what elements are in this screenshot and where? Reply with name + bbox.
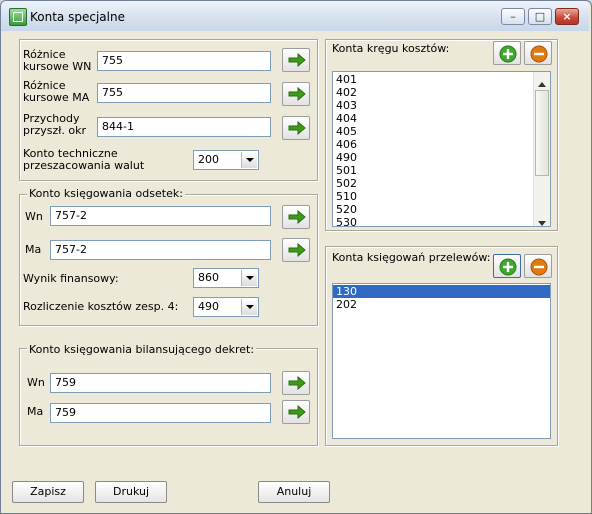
list-item[interactable]: 406 bbox=[333, 138, 533, 151]
list-item[interactable]: 405 bbox=[333, 125, 533, 138]
balance-wn-field[interactable]: 759 bbox=[50, 373, 271, 393]
balance-group-title: Konto księgowania bilansującego dekret: bbox=[27, 343, 257, 356]
fx-wn-field[interactable]: 755 bbox=[97, 51, 271, 71]
fx-wn-select-button[interactable] bbox=[282, 48, 310, 72]
list-item[interactable]: 530 bbox=[333, 216, 533, 226]
minimize-icon: – bbox=[510, 10, 516, 23]
list-item[interactable]: 401 bbox=[333, 73, 533, 86]
balance-group bbox=[19, 348, 318, 446]
list-item[interactable]: 502 bbox=[333, 177, 533, 190]
list-item[interactable]: 403 bbox=[333, 99, 533, 112]
balance-ma-select-button[interactable] bbox=[282, 400, 310, 424]
list-item[interactable]: 520 bbox=[333, 203, 533, 216]
interest-wn-field[interactable]: 757-2 bbox=[50, 206, 271, 226]
interest-group-title: Konto księgowania odsetek: bbox=[27, 187, 185, 200]
cost-accounts-list[interactable]: 401 402 403 404 405 406 490 501 502 510 520 530 bbox=[332, 71, 551, 227]
balance-wn-label: Wn bbox=[27, 376, 45, 389]
transfer-accounts-title: Konta księgowań przelewów: bbox=[332, 251, 491, 264]
list-item[interactable]: 404 bbox=[333, 112, 533, 125]
fx-ma-select-button[interactable] bbox=[282, 82, 310, 106]
balance-wn-select-button[interactable] bbox=[282, 371, 310, 395]
transfer-accounts-add-button[interactable] bbox=[493, 254, 521, 278]
fx-ma-field[interactable]: 755 bbox=[97, 83, 271, 103]
deferred-income-field[interactable]: 844-1 bbox=[97, 117, 271, 137]
label-tech-account: Konto techniczne przeszacowania walut bbox=[23, 147, 145, 172]
scroll-up-icon[interactable] bbox=[538, 77, 546, 90]
balance-ma-label: Ma bbox=[27, 405, 44, 418]
balance-ma-field[interactable]: 759 bbox=[50, 403, 271, 423]
list-item[interactable]: 202 bbox=[333, 298, 550, 311]
list-item[interactable]: 402 bbox=[333, 86, 533, 99]
interest-ma-select-button[interactable] bbox=[282, 238, 310, 262]
scroll-thumb[interactable] bbox=[535, 90, 549, 176]
save-button[interactable]: Zapisz bbox=[12, 481, 84, 503]
transfer-accounts-remove-button[interactable] bbox=[524, 254, 552, 278]
result-account-select[interactable]: 860 bbox=[193, 268, 259, 288]
cost-accounts-title: Konta kręgu kosztów: bbox=[332, 42, 450, 55]
cost-list-scrollbar[interactable] bbox=[533, 72, 550, 226]
cost-accounts-remove-button[interactable] bbox=[524, 41, 552, 65]
close-icon: × bbox=[562, 10, 572, 23]
label-fx-ma: Różnice kursowe MA bbox=[23, 79, 90, 104]
maximize-button[interactable]: □ bbox=[528, 8, 552, 25]
result-label: Wynik finansowy: bbox=[23, 272, 119, 285]
chevron-down-icon[interactable] bbox=[241, 270, 257, 286]
interest-ma-field[interactable]: 757-2 bbox=[50, 240, 271, 260]
costs-label: Rozliczenie kosztów zesp. 4: bbox=[23, 300, 179, 313]
interest-wn-label: Wn bbox=[25, 210, 43, 223]
costs-account-select[interactable]: 490 bbox=[193, 297, 259, 317]
list-item[interactable]: 510 bbox=[333, 190, 533, 203]
cost-accounts-add-button[interactable] bbox=[493, 41, 521, 65]
deferred-income-select-button[interactable] bbox=[282, 116, 310, 140]
cancel-button[interactable]: Anuluj bbox=[258, 481, 330, 503]
costs-account-value: 490 bbox=[198, 300, 219, 313]
list-item[interactable]: 501 bbox=[333, 164, 533, 177]
transfer-accounts-list[interactable]: 130 202 bbox=[332, 283, 551, 439]
maximize-icon: □ bbox=[534, 10, 546, 23]
label-fx-wn: Różnice kursowe WN bbox=[23, 48, 92, 73]
minimize-button[interactable]: – bbox=[501, 8, 525, 25]
window-title: Konta specjalne bbox=[30, 10, 125, 24]
tech-account-value: 200 bbox=[198, 153, 219, 166]
tech-account-select[interactable]: 200 bbox=[193, 150, 259, 170]
app-icon bbox=[9, 8, 27, 26]
interest-ma-label: Ma bbox=[25, 243, 42, 256]
interest-wn-select-button[interactable] bbox=[282, 205, 310, 229]
chevron-down-icon[interactable] bbox=[241, 152, 257, 168]
list-item[interactable]: 130 bbox=[333, 285, 550, 298]
label-deferred-income: Przychody przyszł. okr bbox=[23, 112, 87, 137]
scroll-down-icon[interactable] bbox=[538, 216, 546, 226]
result-account-value: 860 bbox=[198, 271, 219, 284]
chevron-down-icon[interactable] bbox=[241, 299, 257, 315]
title-bar: Konta specjalne – □ × bbox=[1, 1, 589, 31]
list-item[interactable]: 490 bbox=[333, 151, 533, 164]
close-button[interactable]: × bbox=[555, 8, 579, 25]
print-button[interactable]: Drukuj bbox=[95, 481, 167, 503]
